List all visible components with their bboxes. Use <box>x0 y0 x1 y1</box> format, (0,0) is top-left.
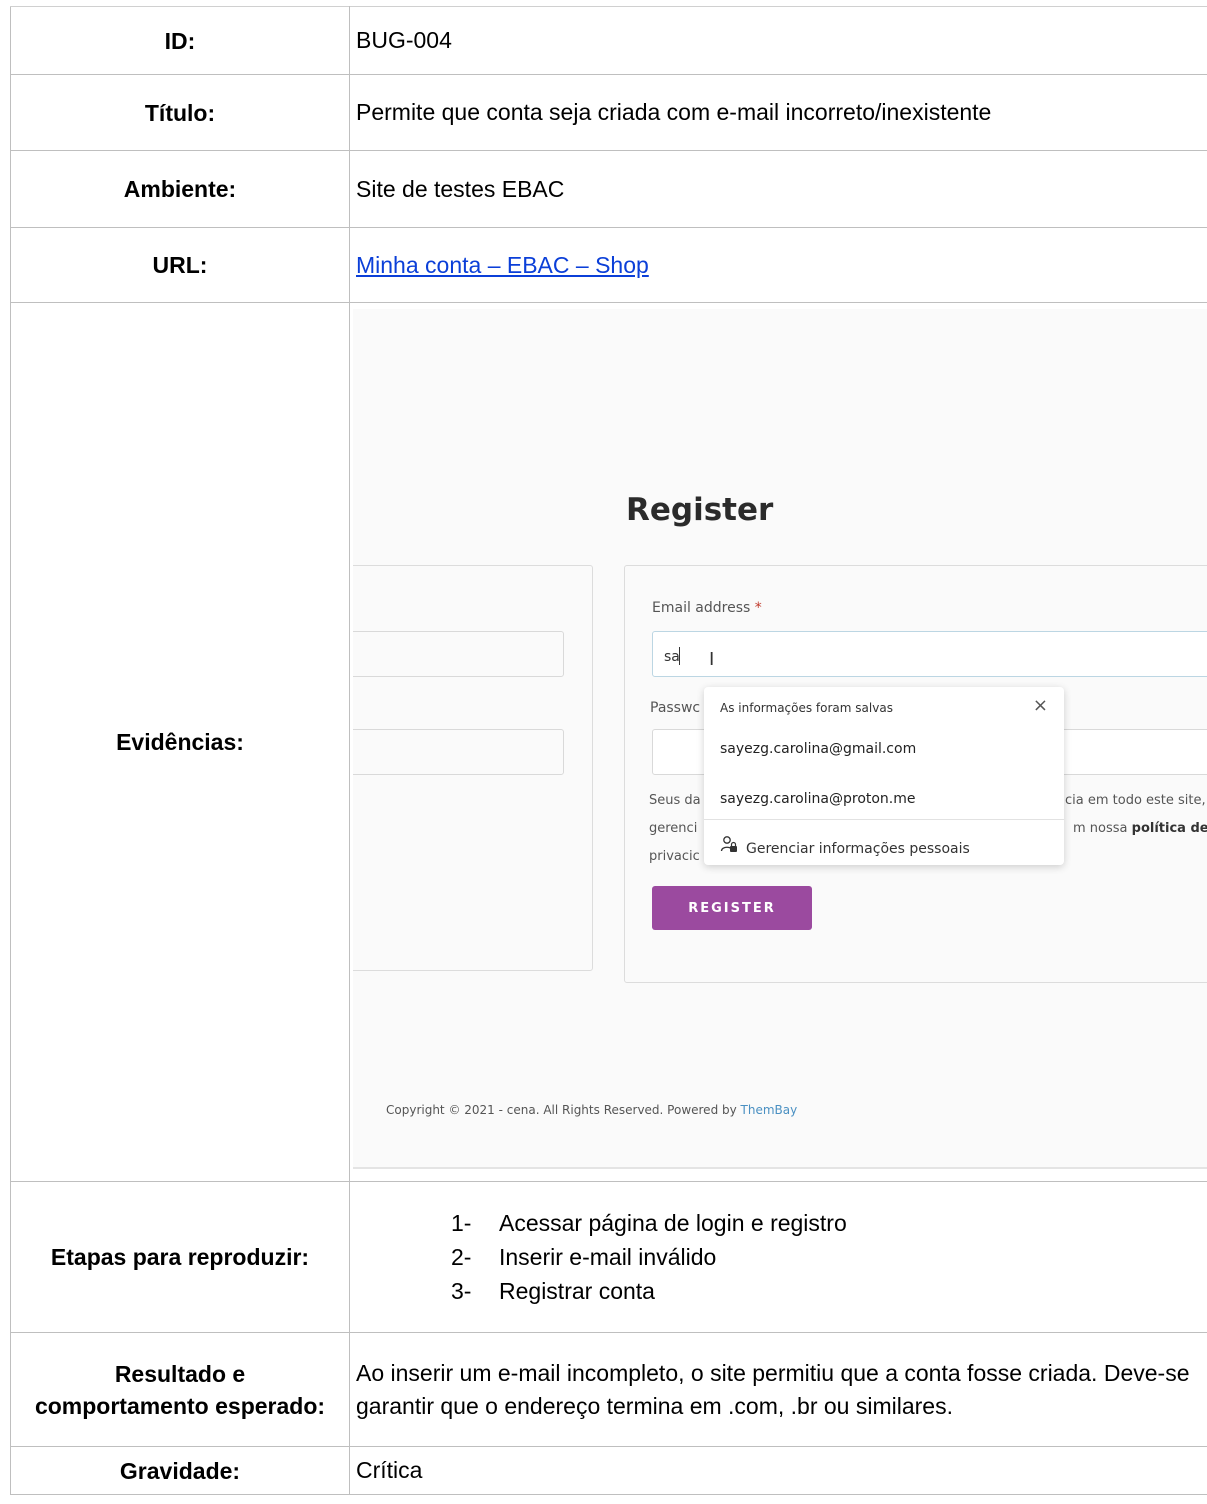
autofill-option[interactable]: sayezg.carolina@proton.me <box>720 791 916 807</box>
title-label: Título: <box>10 74 350 151</box>
evidence-screenshot: Register Email address * sa I Passwc Seu… <box>353 309 1207 1169</box>
id-label: ID: <box>10 6 350 75</box>
privacy-line-2-right: m nossa política de <box>1073 821 1207 836</box>
email-value: sa <box>664 649 680 665</box>
password-label: Passwc <box>650 700 701 716</box>
divider <box>704 819 1064 820</box>
privacy-line-1-left: Seus da <box>649 793 701 808</box>
email-label: Email address * <box>652 600 762 616</box>
severity-label: Gravidade: <box>10 1446 350 1495</box>
result-label: Resultado e comportamento esperado: <box>10 1332 350 1447</box>
evidence-label: Evidências: <box>10 302 350 1182</box>
ibeam-cursor-icon: I <box>709 649 715 670</box>
severity-value: Crítica <box>349 1446 1207 1495</box>
row-url: URL: Minha conta – EBAC – Shop <box>10 227 1207 303</box>
list-item: 3- Registrar conta <box>451 1278 655 1304</box>
thembay-link[interactable]: ThemBay <box>741 1103 798 1117</box>
list-item: 1- Acessar página de login e registro <box>451 1210 847 1236</box>
row-severity: Gravidade: Crítica <box>10 1446 1207 1495</box>
row-result: Resultado e comportamento esperado: Ao i… <box>10 1332 1207 1447</box>
login-username-input[interactable] <box>353 631 564 677</box>
row-title: Título: Permite que conta seja criada co… <box>10 74 1207 151</box>
steps-label: Etapas para reproduzir: <box>10 1181 350 1333</box>
email-input[interactable] <box>652 631 1207 677</box>
copyright-text: Copyright © 2021 - cena. All Rights Rese… <box>386 1103 798 1117</box>
bug-report-table: ID: BUG-004 Título: Permite que conta se… <box>10 6 1207 1495</box>
row-evidence: Evidências: Register Email address * sa … <box>10 302 1207 1182</box>
autofill-option[interactable]: sayezg.carolina@gmail.com <box>720 741 916 757</box>
register-heading: Register <box>626 492 774 528</box>
url-link[interactable]: Minha conta – EBAC – Shop <box>356 252 649 278</box>
url-label: URL: <box>10 227 350 303</box>
list-item: 2- Inserir e-mail inválido <box>451 1244 717 1270</box>
privacy-policy-link[interactable]: política de <box>1132 821 1207 836</box>
environment-value: Site de testes EBAC <box>349 150 1207 228</box>
privacy-line-3-left: privacic <box>649 849 700 864</box>
privacy-line-1-right: cia em todo este site, <box>1065 793 1206 808</box>
environment-label: Ambiente: <box>10 150 350 228</box>
row-steps: Etapas para reproduzir: 1- Acessar página… <box>10 1181 1207 1333</box>
steps-list: 1- Acessar página de login e registro 2- I… <box>356 1206 1207 1308</box>
autofill-header: As informações foram salvas <box>720 701 893 715</box>
required-mark: * <box>754 600 762 616</box>
text-caret <box>679 647 680 665</box>
close-icon[interactable]: × <box>1033 695 1048 716</box>
person-lock-icon <box>720 835 740 857</box>
register-button[interactable]: REGISTER <box>652 886 812 930</box>
result-value: Ao inserir um e-mail incompleto, o site … <box>349 1332 1207 1447</box>
row-environment: Ambiente: Site de testes EBAC <box>10 150 1207 228</box>
privacy-line-2-left: gerenci <box>649 821 698 836</box>
row-id: ID: BUG-004 <box>10 6 1207 75</box>
login-password-input[interactable] <box>353 729 564 775</box>
id-value: BUG-004 <box>349 6 1207 75</box>
manage-personal-info[interactable]: Gerenciar informações pessoais <box>720 835 970 857</box>
title-value: Permite que conta seja criada com e-mail… <box>349 74 1207 151</box>
autofill-dropdown: As informações foram salvas × sayezg.car… <box>704 687 1064 865</box>
